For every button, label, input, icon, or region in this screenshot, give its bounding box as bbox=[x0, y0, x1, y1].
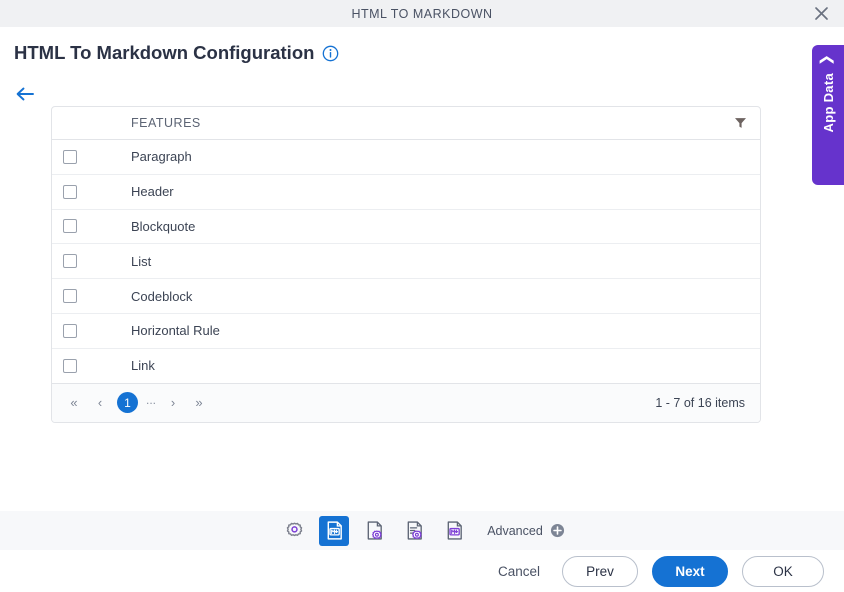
pager-page-1[interactable]: 1 bbox=[117, 392, 138, 414]
row-checkbox-cell bbox=[52, 289, 131, 304]
table-row[interactable]: Horizontal Rule bbox=[52, 313, 760, 349]
row-checkbox[interactable] bbox=[63, 323, 77, 338]
row-checkbox[interactable] bbox=[63, 254, 77, 269]
page-title: HTML To Markdown Configuration bbox=[14, 42, 315, 63]
grid-body: Paragraph Header Blockquote List Codeblock Ho… bbox=[52, 140, 760, 384]
settings-gear-icon[interactable] bbox=[279, 516, 309, 546]
chevron-left-icon: ❮ bbox=[819, 54, 836, 66]
row-checkbox-cell bbox=[52, 219, 131, 234]
back-arrow-icon[interactable] bbox=[14, 83, 36, 105]
row-checkbox[interactable] bbox=[63, 289, 77, 304]
feature-name: Codeblock bbox=[131, 288, 193, 304]
markdown-document-icon[interactable] bbox=[319, 515, 350, 546]
feature-name: Blockquote bbox=[131, 218, 196, 234]
table-row[interactable]: Paragraph bbox=[52, 140, 760, 175]
html-to-markdown-dialog: HTML TO MARKDOWN HTML To Markdown Config… bbox=[0, 0, 844, 592]
table-row[interactable]: Blockquote bbox=[52, 209, 760, 245]
markdown-file-icon[interactable] bbox=[439, 516, 469, 546]
document-lines-settings-icon[interactable] bbox=[399, 516, 429, 546]
row-checkbox[interactable] bbox=[63, 358, 77, 373]
prev-button[interactable]: Prev bbox=[562, 555, 638, 587]
next-button[interactable]: Next bbox=[652, 555, 728, 587]
filter-icon[interactable] bbox=[734, 117, 747, 130]
pager-controls: « ‹ 1 ... › » bbox=[63, 392, 210, 414]
row-checkbox-cell bbox=[52, 254, 131, 269]
double-chevron-left-icon[interactable]: « bbox=[63, 392, 85, 414]
row-checkbox-cell bbox=[52, 149, 131, 164]
double-chevron-right-icon[interactable]: » bbox=[188, 392, 210, 414]
row-checkbox-cell bbox=[52, 184, 131, 199]
table-row[interactable]: Header bbox=[52, 174, 760, 210]
advanced-button[interactable]: Advanced bbox=[487, 523, 565, 538]
page-header: HTML To Markdown Configuration bbox=[14, 42, 339, 64]
features-grid: FEATURES Paragraph Header Blockquote List Co… bbox=[51, 106, 761, 423]
row-checkbox-cell bbox=[52, 323, 131, 338]
plus-circle-icon bbox=[550, 523, 565, 538]
step-icon-toolbar: Advanced bbox=[0, 510, 844, 550]
table-row[interactable]: Link bbox=[52, 348, 760, 384]
pager-items-info: 1 - 7 of 16 items bbox=[655, 395, 745, 410]
window-title: HTML TO MARKDOWN bbox=[351, 6, 493, 21]
table-row[interactable]: Codeblock bbox=[52, 279, 760, 314]
chevron-right-icon[interactable]: › bbox=[162, 392, 184, 414]
feature-name: Paragraph bbox=[131, 149, 192, 165]
close-icon[interactable] bbox=[810, 3, 832, 25]
pager-ellipsis[interactable]: ... bbox=[144, 393, 158, 412]
chevron-left-icon[interactable]: ‹ bbox=[89, 392, 111, 414]
row-checkbox[interactable] bbox=[63, 184, 77, 199]
feature-name: List bbox=[131, 253, 152, 269]
feature-name: Header bbox=[131, 184, 174, 200]
document-settings-icon[interactable] bbox=[359, 516, 389, 546]
ok-button[interactable]: OK bbox=[742, 555, 824, 587]
row-checkbox-cell bbox=[52, 358, 131, 373]
row-checkbox[interactable] bbox=[63, 149, 77, 164]
row-checkbox[interactable] bbox=[63, 219, 77, 234]
advanced-label: Advanced bbox=[487, 523, 543, 538]
feature-name: Link bbox=[131, 358, 155, 374]
grid-header-row: FEATURES bbox=[52, 107, 760, 140]
info-icon[interactable] bbox=[322, 45, 339, 62]
grid-column-header-features: FEATURES bbox=[131, 116, 201, 130]
app-data-label: App Data bbox=[820, 73, 836, 133]
window-titlebar: HTML TO MARKDOWN bbox=[0, 0, 844, 27]
table-row[interactable]: List bbox=[52, 244, 760, 280]
app-data-panel-tab[interactable]: ❮ App Data bbox=[812, 45, 844, 185]
feature-name: Horizontal Rule bbox=[131, 323, 220, 339]
cancel-button[interactable]: Cancel bbox=[490, 558, 548, 585]
dialog-footer: Cancel Prev Next OK bbox=[0, 550, 844, 592]
grid-pager: « ‹ 1 ... › » 1 - 7 of 16 items bbox=[52, 383, 760, 422]
